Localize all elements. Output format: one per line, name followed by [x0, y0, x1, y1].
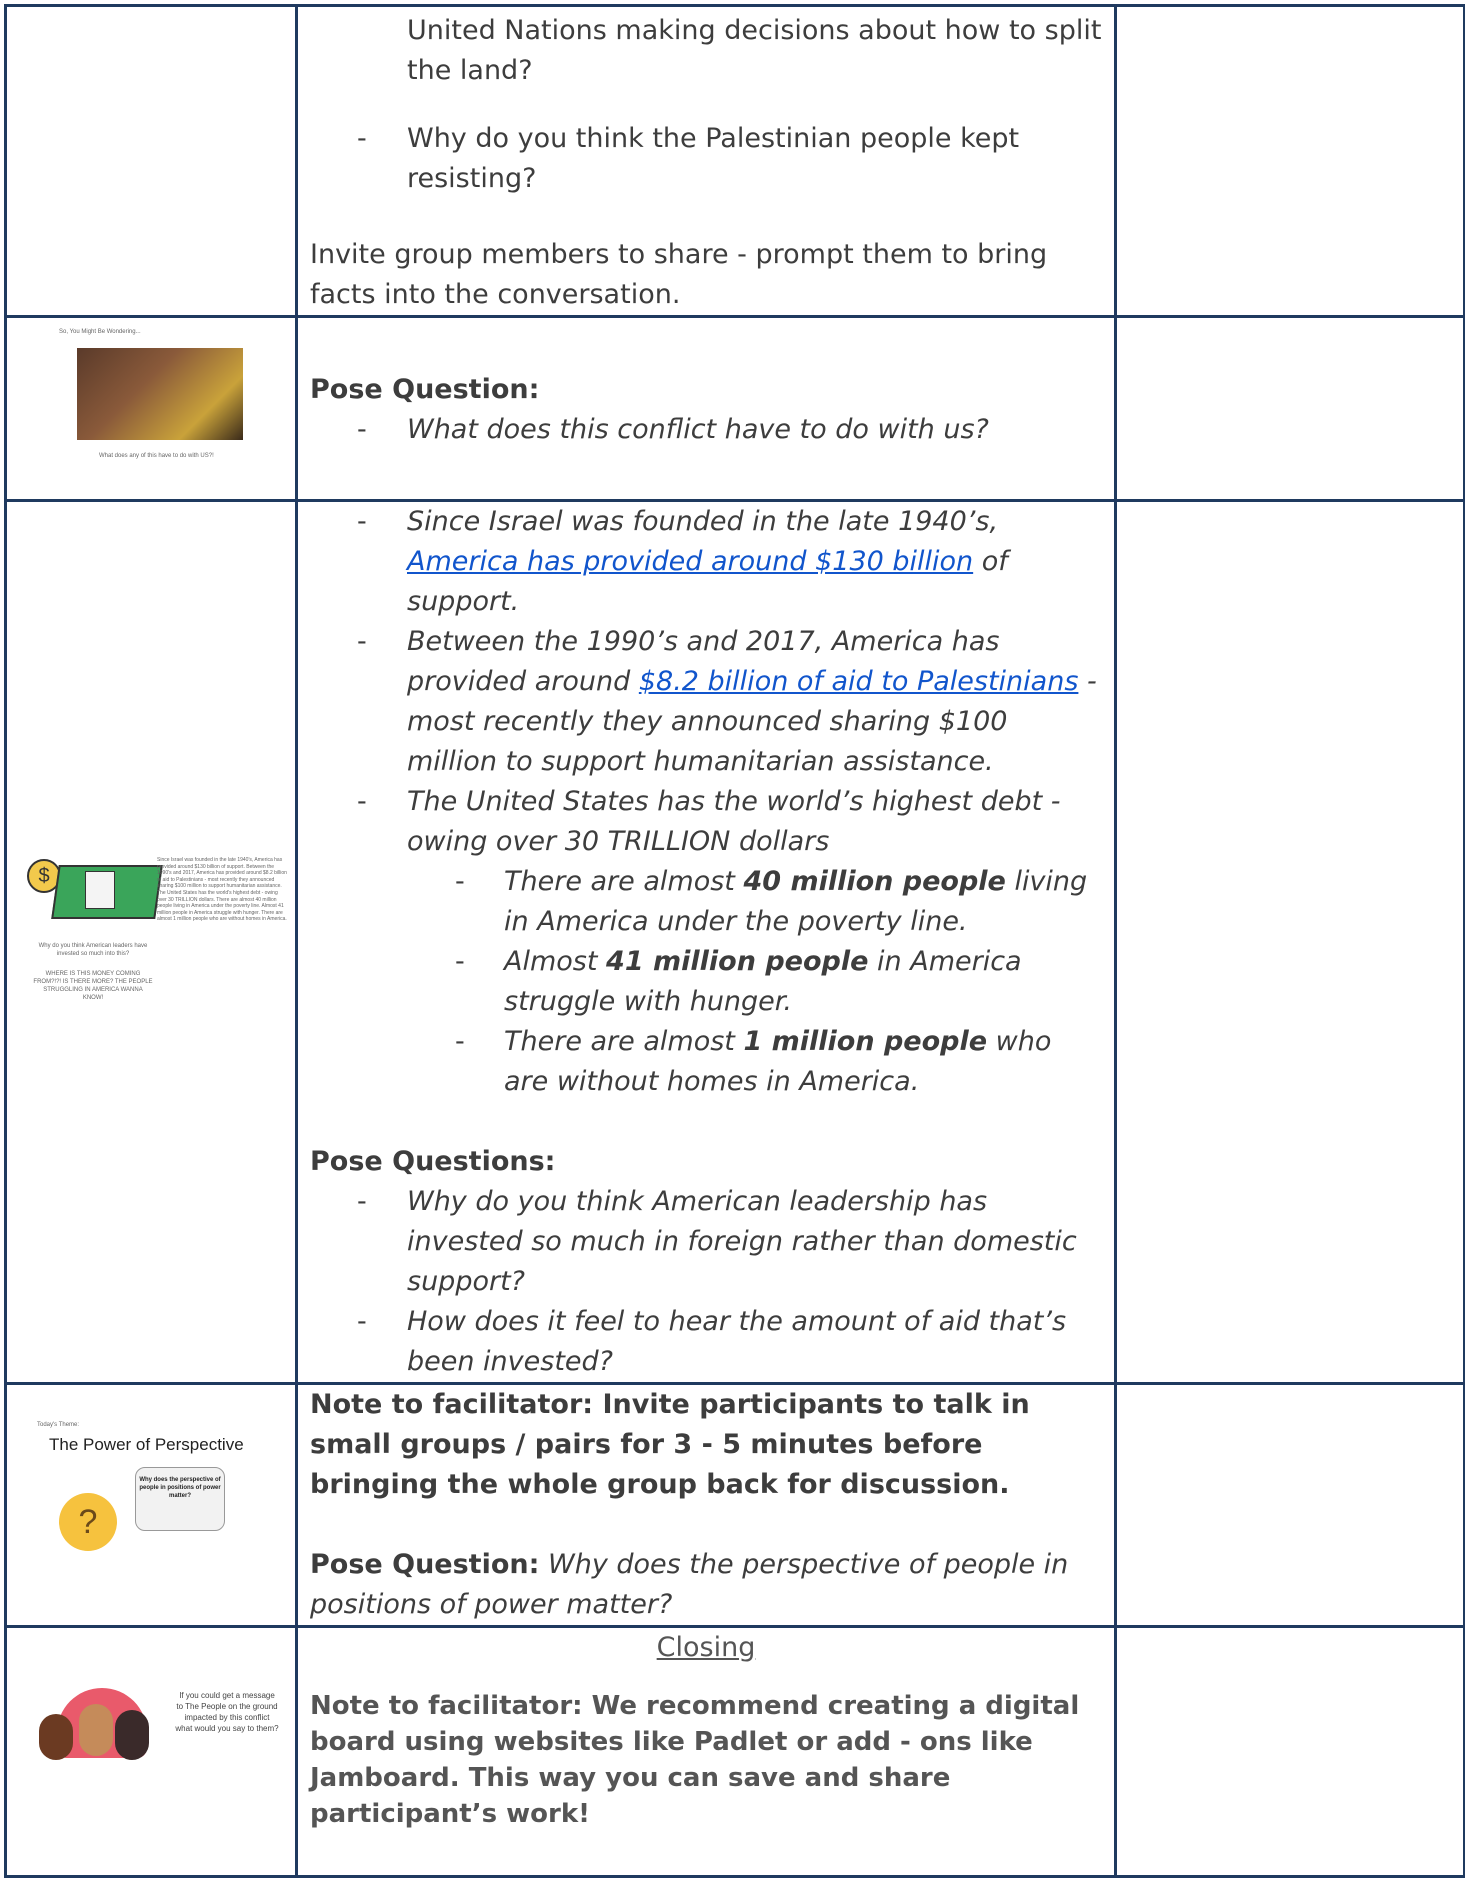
facilitator-note: Note to facilitator: Invite participants… — [310, 1389, 1030, 1500]
facilitation-cell: Closing Note to facilitator: We recommen… — [295, 1625, 1117, 1878]
list-item: - What does this conflict have to do wit… — [357, 414, 989, 445]
list-item: - There are almost 1 million people who … — [455, 1026, 1052, 1097]
facilitator-note: Note to facilitator: We recommend creati… — [310, 1691, 1080, 1829]
list-item: - Why do you think American leadership h… — [357, 1186, 1077, 1297]
list-item: United Nations making decisions about ho… — [407, 15, 1102, 86]
pose-questions-label: Pose Questions: — [310, 1146, 556, 1177]
thinking-face-icon: ? — [59, 1493, 117, 1551]
slide-thumbnail-cell — [4, 4, 298, 318]
people-illustration — [17, 1688, 157, 1763]
money-illustration: $ — [27, 857, 167, 922]
notes-cell — [1114, 4, 1465, 318]
thumb-title: The Power of Perspective — [49, 1435, 244, 1454]
notes-cell — [1114, 1625, 1465, 1878]
list-item: - Between the 1990’s and 2017, America h… — [357, 626, 1097, 777]
notes-cell — [1114, 1382, 1465, 1628]
pose-question-label: Pose Question: — [310, 374, 540, 405]
slide-thumbnail-cell: $ Why do you think American leaders have… — [4, 499, 298, 1385]
notes-cell — [1114, 499, 1465, 1385]
list-item: - Why do you think the Palestinian peopl… — [357, 123, 1020, 194]
facilitation-cell: United Nations making decisions about ho… — [295, 4, 1117, 318]
facilitation-cell: Pose Question: - What does this conflict… — [295, 315, 1117, 502]
aid-israel-link[interactable]: America has provided around $130 billion — [407, 546, 973, 577]
instruction-text: Invite group members to share - prompt t… — [310, 239, 1048, 310]
list-item: - Almost 41 million people in America st… — [455, 946, 1022, 1017]
list-item: - Since Israel was founded in the late 1… — [357, 506, 1008, 617]
closing-heading: Closing — [656, 1632, 756, 1663]
facilitation-cell: - Since Israel was founded in the late 1… — [295, 499, 1117, 1385]
notes-cell — [1114, 315, 1465, 502]
slide-thumbnail-cell: Today's Theme: The Power of Perspective … — [4, 1382, 298, 1628]
table-row: If you could get a message to The People… — [4, 1625, 1465, 1878]
aid-palestinians-link[interactable]: $8.2 billion of aid to Palestinians — [639, 666, 1079, 697]
list-item: - There are almost 40 million people liv… — [455, 866, 1088, 937]
facilitation-cell: Note to facilitator: Invite participants… — [295, 1382, 1117, 1628]
table-row: So, You Might Be Wondering... What does … — [4, 315, 1465, 502]
slide-thumbnail-cell: If you could get a message to The People… — [4, 1625, 298, 1878]
table-row: $ Why do you think American leaders have… — [4, 499, 1465, 1385]
list-item: - How does it feel to hear the amount of… — [357, 1306, 1067, 1377]
slide-thumbnail-cell: So, You Might Be Wondering... What does … — [4, 315, 298, 502]
thumb-title: So, You Might Be Wondering... — [59, 329, 141, 335]
table-row: Today's Theme: The Power of Perspective … — [4, 1382, 1465, 1628]
speech-bubble: Why does the perspective of people in po… — [135, 1467, 225, 1531]
thumb-photo — [77, 348, 243, 440]
thumb-caption: What does any of this have to do with US… — [99, 453, 214, 459]
pose-question-label: Pose Question: — [310, 1549, 540, 1580]
table-row: United Nations making decisions about ho… — [4, 4, 1465, 318]
lesson-table: United Nations making decisions about ho… — [4, 4, 1465, 1878]
list-item: - The United States has the world’s high… — [357, 786, 1061, 857]
